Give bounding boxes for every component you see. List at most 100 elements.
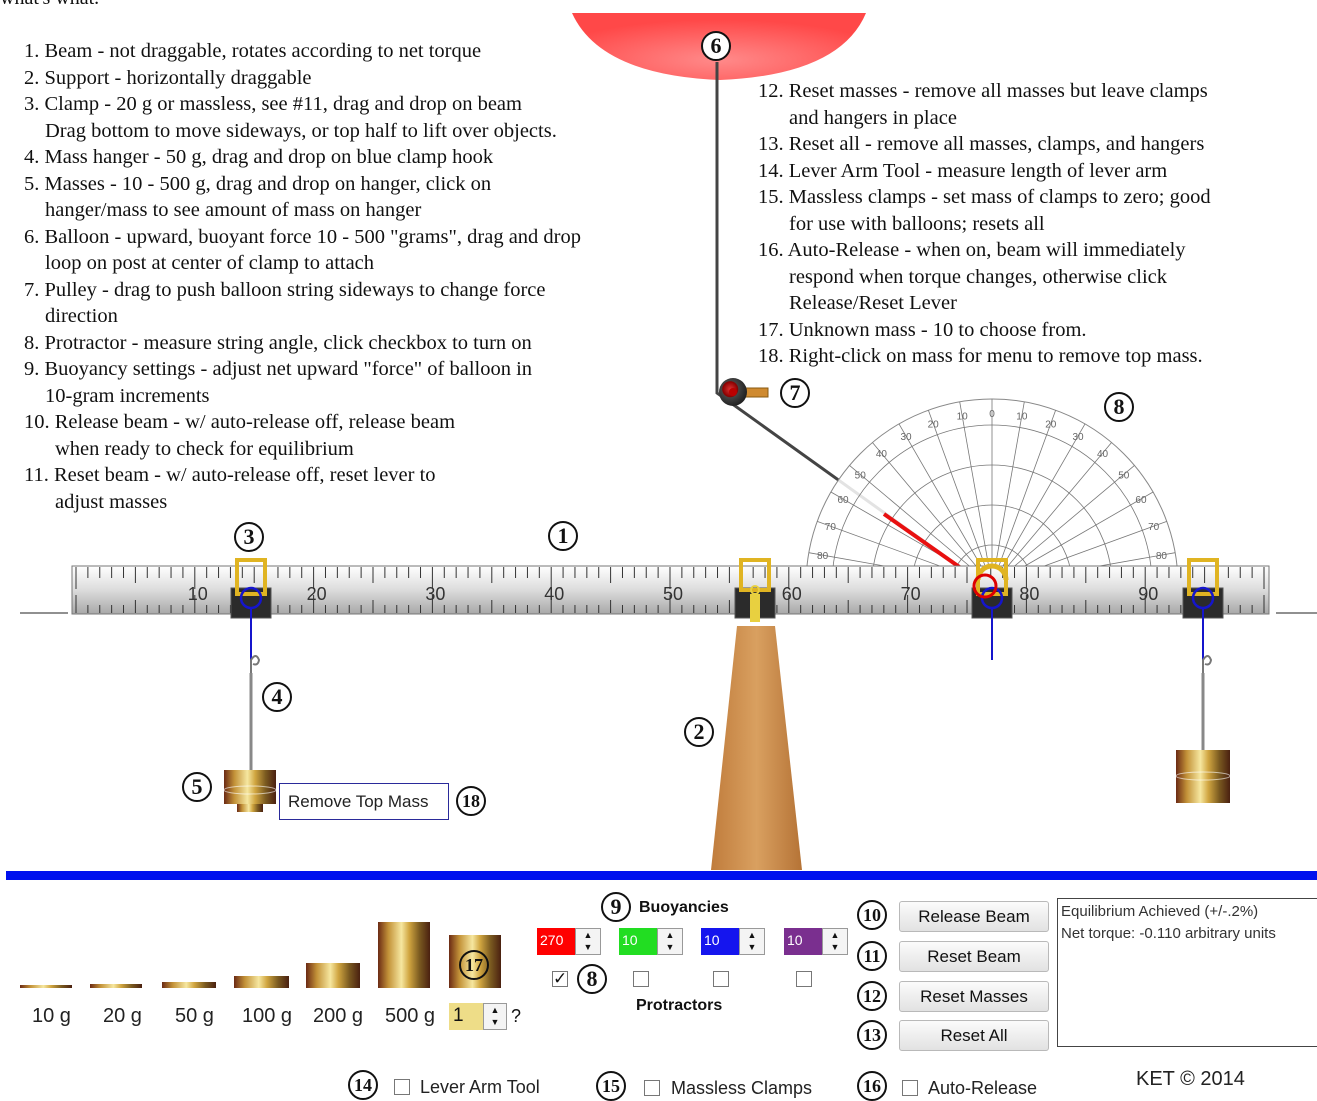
protractor-checkbox[interactable] <box>713 971 729 987</box>
massless-clamps-label: Massless Clamps <box>671 1078 813 1098</box>
reset-beam-button[interactable]: Reset Beam <box>899 941 1049 972</box>
instruction-item: 1. Beam - not draggable, rotates accordi… <box>24 40 482 62</box>
buoyancy-value[interactable]: 10 <box>619 928 657 955</box>
instruction-item: 3. Clamp - 20 g or massless, see #11, dr… <box>24 93 522 115</box>
equilibrium-status: Equilibrium Achieved (+/-.2%) <box>1061 903 1259 920</box>
protractor-checkbox[interactable]: ✓ <box>552 970 568 987</box>
unknown-mass-suffix: ? <box>511 1006 522 1026</box>
release-beam-button[interactable]: Release Beam <box>899 901 1049 932</box>
lever-arm-tool-checkbox[interactable] <box>394 1079 410 1095</box>
callout-release-beam: 10 <box>857 900 887 930</box>
buoyancy-stepper[interactable]: 10 ▲ ▼ <box>701 928 765 955</box>
instruction-continuation: adjust masses <box>55 490 168 513</box>
beam-tick-label: 40 <box>544 584 564 604</box>
beam-tick-label: 90 <box>1138 584 1158 604</box>
mass-hanger-right[interactable] <box>1201 655 1213 750</box>
stepper-arrows-icon[interactable]: ▲ ▼ <box>822 928 848 955</box>
buoyancy-value[interactable]: 10 <box>701 928 739 955</box>
instruction-item: 2. Support - horizontally draggable <box>24 66 312 89</box>
reset-all-button[interactable]: Reset All <box>899 1020 1049 1051</box>
callout-support: 2 <box>684 717 714 747</box>
protractor-angle-label: 70 <box>1148 522 1160 533</box>
protractor-checkbox[interactable] <box>796 971 812 987</box>
instruction-continuation: hanger/mass to see amount of mass on han… <box>45 199 422 221</box>
auto-release-label: Auto-Release <box>928 1078 1038 1098</box>
reset-masses-button[interactable]: Reset Masses <box>899 981 1049 1012</box>
auto-release-checkbox[interactable] <box>902 1080 918 1096</box>
callout-lever-arm-tool: 14 <box>348 1070 378 1100</box>
beam-tick-label: 60 <box>782 584 802 604</box>
beam-tick-label: 20 <box>307 584 327 604</box>
remove-top-mass-menu-item[interactable]: Remove Top Mass <box>279 783 449 820</box>
protractor-angle-label: 0 <box>989 409 995 420</box>
protractor-angle-label: 80 <box>1156 551 1168 562</box>
instruction-item: 13. Reset all - remove all masses, clamp… <box>758 133 1205 155</box>
mass-label: 10 g <box>32 1005 71 1027</box>
protractor-angle-label: 50 <box>1118 470 1130 481</box>
instruction-item: 4. Mass hanger - 50 g, drag and drop on … <box>24 146 494 168</box>
instruction-item: 10. Release beam - w/ auto-release off, … <box>24 411 456 433</box>
callout-clamp: 3 <box>234 522 264 552</box>
instruction-continuation: direction <box>45 305 118 327</box>
mass-stack-left[interactable] <box>223 770 277 812</box>
callout-remove-top-mass: 18 <box>456 786 486 816</box>
buoyancy-stepper[interactable]: 270 ▲ ▼ <box>537 928 601 955</box>
status-panel: Equilibrium Achieved (+/-.2%) Net torque… <box>1057 898 1317 1047</box>
instructions-right: 12. Reset masses - remove all masses but… <box>758 78 1211 370</box>
beam-tick-label: 70 <box>901 584 921 604</box>
buoyancy-stepper[interactable]: 10 ▲ ▼ <box>619 928 683 955</box>
protractor-angle-label: 30 <box>1072 432 1084 443</box>
protractor-angle-label: 40 <box>876 449 888 460</box>
buoyancy-value[interactable]: 10 <box>784 928 822 955</box>
tray-mass[interactable] <box>234 976 289 988</box>
callout-protractor-checkbox: 8 <box>577 964 607 994</box>
unknown-mass-stepper[interactable]: 1 ▲ ▼ <box>449 1003 509 1030</box>
tray-mass[interactable] <box>306 963 360 988</box>
callout-reset-masses: 12 <box>857 981 887 1011</box>
instruction-item: 17. Unknown mass - 10 to choose from. <box>758 318 1087 341</box>
instruction-continuation: Release/Reset Lever <box>789 292 957 314</box>
protractor-angle-label: 30 <box>900 432 912 443</box>
instruction-continuation: for use with balloons; resets all <box>789 212 1045 235</box>
mass-tray[interactable] <box>20 922 501 988</box>
stepper-arrows-icon[interactable]: ▲ ▼ <box>739 928 765 955</box>
buoyancy-value[interactable]: 270 <box>537 928 575 955</box>
instruction-item: 15. Massless clamps - set mass of clamps… <box>758 186 1211 208</box>
buoyancy-stepper[interactable]: 10 ▲ ▼ <box>784 928 848 955</box>
beam-tick-label: 80 <box>1019 584 1039 604</box>
protractor[interactable]: 80 70 60 50 40 30 20 10 0 10 20 30 40 50 60 70 80 <box>805 398 1179 586</box>
unknown-mass-arrows[interactable]: ▲ ▼ <box>483 1003 507 1030</box>
instruction-continuation: when ready to check for equilibrium <box>55 437 354 460</box>
tray-mass[interactable] <box>20 985 72 988</box>
mass-hanger-left[interactable] <box>249 655 261 770</box>
unknown-mass-value: 1 <box>449 1003 483 1030</box>
beam-tick-label: 10 <box>188 584 208 604</box>
instructions-left: 1. Beam - not draggable, rotates accordi… <box>24 38 581 515</box>
mass-label: 500 g <box>385 1005 436 1027</box>
stepper-arrows-icon[interactable]: ▲ ▼ <box>575 928 601 955</box>
instruction-item: 14. Lever Arm Tool - measure length of l… <box>758 159 1168 182</box>
instruction-item: 8. Protractor - measure string angle, cl… <box>24 331 532 354</box>
tray-mass[interactable] <box>162 982 216 988</box>
mass-stack-right[interactable] <box>1175 750 1231 803</box>
callout-protractor: 8 <box>1104 392 1134 422</box>
protractor-angle-label: 60 <box>1135 495 1147 506</box>
protractor-angle-label: 20 <box>1045 419 1057 430</box>
tray-mass[interactable] <box>90 984 142 988</box>
lever-arm-tool-label: Lever Arm Tool <box>420 1077 540 1097</box>
callout-balloon: 6 <box>701 31 731 61</box>
callout-unknown-mass: 17 <box>459 950 489 980</box>
instruction-item: 18. Right-click on mass for menu to remo… <box>758 345 1203 367</box>
tray-mass[interactable] <box>378 922 430 988</box>
instruction-item: 12. Reset masses - remove all masses but… <box>758 80 1208 102</box>
protractor-checkbox[interactable] <box>633 971 649 987</box>
mass-label: 50 g <box>175 1005 214 1027</box>
pulley[interactable] <box>719 378 769 406</box>
mass-label: 200 g <box>313 1005 364 1027</box>
instruction-item: 11. Reset beam - w/ auto-release off, re… <box>24 464 436 486</box>
instruction-continuation: loop on post at center of clamp to attac… <box>45 252 375 274</box>
net-torque-readout: Net torque: -0.110 arbitrary units <box>1061 925 1276 942</box>
massless-clamps-checkbox[interactable] <box>644 1080 660 1096</box>
stepper-arrows-icon[interactable]: ▲ ▼ <box>657 928 683 955</box>
support[interactable] <box>711 626 802 870</box>
